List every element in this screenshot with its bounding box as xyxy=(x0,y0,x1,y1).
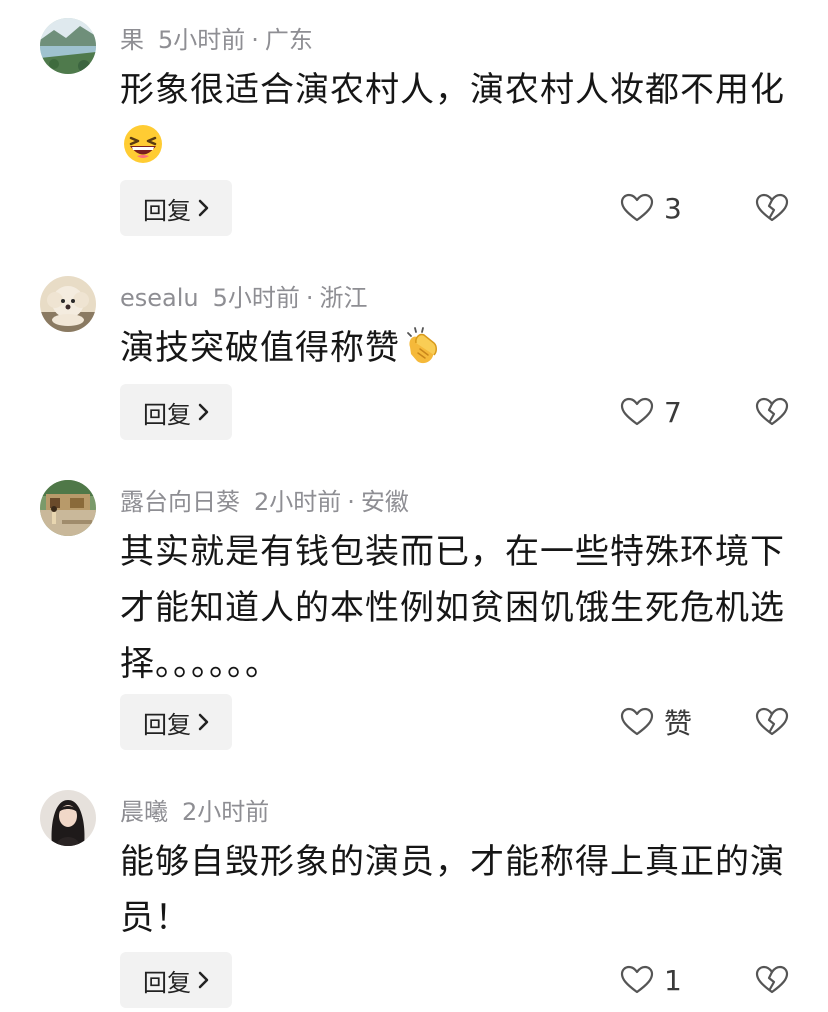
dislike-button[interactable] xyxy=(754,952,790,1008)
comment-text: 能够自毁形象的演员，才能称得上真正的演员！ xyxy=(120,834,790,946)
comment-meta: 露台向日葵 2小时前 · 安徽 xyxy=(120,486,409,518)
chevron-right-icon xyxy=(198,403,209,421)
avatar[interactable] xyxy=(40,276,96,332)
reply-button[interactable]: 回复 xyxy=(120,694,232,750)
avatar[interactable] xyxy=(40,18,96,74)
broken-heart-outline-icon xyxy=(755,965,789,994)
comment-meta: 果 5小时前 · 广东 xyxy=(120,24,313,56)
dislike-button[interactable] xyxy=(754,384,790,440)
chevron-right-icon xyxy=(198,971,209,989)
broken-heart-outline-icon xyxy=(755,707,789,736)
chevron-right-icon xyxy=(198,713,209,731)
heart-outline-icon xyxy=(620,397,654,426)
location: 浙江 xyxy=(319,284,368,312)
like-count: 3 xyxy=(664,191,682,225)
clapping-hands-icon xyxy=(407,327,437,364)
like-count: 7 xyxy=(664,395,682,429)
reply-label: 回复 xyxy=(143,196,191,225)
like-count: 赞 xyxy=(664,707,693,740)
timestamp: 2小时前 xyxy=(254,488,342,516)
username[interactable]: esealu xyxy=(120,284,199,312)
meta-separator: · xyxy=(347,488,355,516)
avatar-landscape-image xyxy=(40,18,96,74)
like-button[interactable]: 7 xyxy=(620,384,682,440)
avatar-dog-image xyxy=(40,276,96,332)
grinning-squinting-face-icon xyxy=(124,125,162,163)
location: 广东 xyxy=(264,26,313,54)
comment-text: 形象很适合演农村人，演农村人妆都不用化 xyxy=(120,62,790,174)
comment-text-content: 其实就是有钱包装而已，在一些特殊环境下才能知道人的本性例如贫困饥饿生死危机选择。… xyxy=(120,532,785,684)
comment-text-content: 形象很适合演农村人，演农村人妆都不用化 xyxy=(120,70,785,110)
timestamp: 5小时前 xyxy=(212,284,300,312)
avatar-portrait-image xyxy=(40,790,96,846)
like-button[interactable]: 赞 xyxy=(620,694,692,750)
dislike-button[interactable] xyxy=(754,694,790,750)
like-count: 1 xyxy=(664,963,682,997)
reply-button[interactable]: 回复 xyxy=(120,952,232,1008)
comment-text-content: 演技突破值得称赞 xyxy=(120,328,400,368)
like-button[interactable]: 3 xyxy=(620,180,682,236)
comment-text: 演技突破值得称赞 xyxy=(120,320,790,376)
username[interactable]: 露台向日葵 xyxy=(120,488,240,516)
location: 安徽 xyxy=(360,488,409,516)
reply-button[interactable]: 回复 xyxy=(120,180,232,236)
reply-label: 回复 xyxy=(143,400,191,429)
dislike-button[interactable] xyxy=(754,180,790,236)
heart-outline-icon xyxy=(620,965,654,994)
avatar-street-image xyxy=(40,480,96,536)
like-button[interactable]: 1 xyxy=(620,952,682,1008)
heart-outline-icon xyxy=(620,193,654,222)
comment-meta: esealu 5小时前 · 浙江 xyxy=(120,282,368,314)
broken-heart-outline-icon xyxy=(755,397,789,426)
comment-meta: 晨曦 2小时前 xyxy=(120,796,269,828)
reply-button[interactable]: 回复 xyxy=(120,384,232,440)
timestamp: 5小时前 xyxy=(158,26,246,54)
reply-label: 回复 xyxy=(143,710,191,739)
meta-separator: · xyxy=(251,26,259,54)
comment-text: 其实就是有钱包装而已，在一些特殊环境下才能知道人的本性例如贫困饥饿生死危机选择。… xyxy=(120,524,790,692)
reply-label: 回复 xyxy=(143,968,191,997)
timestamp: 2小时前 xyxy=(182,798,270,826)
heart-outline-icon xyxy=(620,707,654,736)
broken-heart-outline-icon xyxy=(755,193,789,222)
username[interactable]: 果 xyxy=(120,26,144,54)
meta-separator: · xyxy=(305,284,314,312)
avatar[interactable] xyxy=(40,480,96,536)
username[interactable]: 晨曦 xyxy=(120,798,168,826)
chevron-right-icon xyxy=(198,199,209,217)
avatar[interactable] xyxy=(40,790,96,846)
comment-text-content: 能够自毁形象的演员，才能称得上真正的演员！ xyxy=(120,842,785,938)
